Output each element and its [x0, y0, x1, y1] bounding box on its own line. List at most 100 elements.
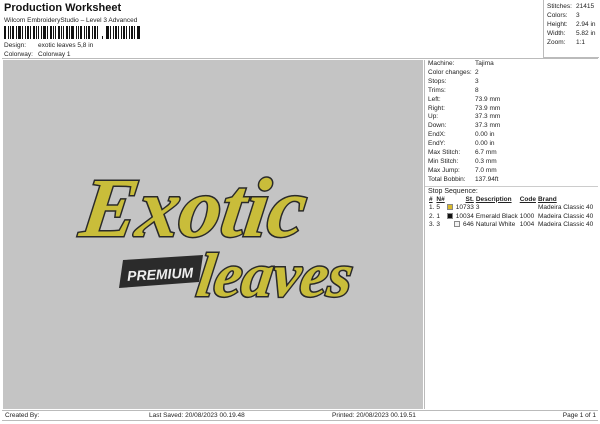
- info-label: Height:: [547, 21, 568, 28]
- info-value: 3: [576, 12, 580, 19]
- column-header: Description: [475, 195, 512, 203]
- stop-sequence-table: # N# St. Description Code Brand 1. 5 10733 3 Madei…: [428, 196, 594, 230]
- embroidery-logo: Exotic leaves PREMIUM: [73, 161, 359, 312]
- info-label: Stitches:: [547, 3, 572, 10]
- created-by: Created By:: [5, 412, 40, 419]
- column-header: Brand: [537, 195, 557, 203]
- info-row: Zoom: 1:1: [547, 38, 599, 47]
- info-label: Max Jump:: [428, 166, 460, 174]
- info-value: 37.3 mm: [475, 122, 501, 130]
- needle: 5: [436, 204, 441, 212]
- printed-date: Printed: 20/08/2023 00.19.51: [332, 412, 416, 419]
- column-header: #: [429, 195, 433, 203]
- info-label: Color changes:: [428, 68, 472, 76]
- info-row: Width: 5.82 in: [547, 29, 599, 38]
- details-list: Machine: Tajima Color changes: 2 Stops: 3 Trim…: [425, 60, 598, 185]
- info-row: Trims: 8: [425, 87, 598, 96]
- info-value: 0.3 mm: [475, 157, 497, 165]
- brand: Madeira Classic 40: [537, 221, 594, 229]
- info-value: Tajima: [475, 60, 494, 67]
- table-row: 1. 5 10733 3 Madeira Classic 40: [428, 204, 594, 213]
- table-row: 3. 3 646 Natural White 1004 Madeira Classic 4…: [428, 221, 594, 230]
- code: [519, 204, 537, 213]
- info-value: 2.94 in: [576, 21, 596, 28]
- info-label: Right:: [428, 104, 445, 112]
- description: Emerald Black: [475, 212, 518, 220]
- info-row: Colors: 3: [547, 11, 599, 20]
- color-swatch: [446, 204, 453, 211]
- info-row: Max Jump: 7.0 mm: [425, 167, 598, 176]
- column-header: Code: [519, 195, 536, 203]
- stop-sequence-title: Stop Sequence:: [425, 185, 598, 196]
- stitch-count: 646: [462, 221, 474, 229]
- info-label: EndY:: [428, 140, 446, 148]
- software-name: Wilcom EmbroideryStudio – Level 3 Advanc…: [4, 17, 138, 24]
- info-label: Down:: [428, 122, 447, 130]
- page-number: Page 1 of 1: [562, 412, 596, 419]
- color-swatch: [453, 221, 460, 228]
- info-value: 73.9 mm: [475, 95, 501, 103]
- info-row: Down: 37.3 mm: [425, 122, 598, 131]
- row-index: 2.: [429, 212, 435, 220]
- info-row: EndX: 0.00 in: [425, 131, 598, 140]
- footer: Created By: Last Saved: 20/08/2023 00.19…: [2, 410, 598, 421]
- design-preview: Exotic leaves PREMIUM: [3, 60, 423, 409]
- logo-word-leaves: leaves: [193, 241, 358, 310]
- info-value: 2: [475, 68, 479, 76]
- description: 3: [475, 204, 480, 212]
- stitch-count: 10733: [455, 204, 474, 212]
- info-value: 1:1: [576, 39, 586, 46]
- info-label: Stops:: [428, 77, 447, 85]
- info-row: Min Stitch: 0.3 mm: [425, 158, 598, 167]
- column-header: N#: [436, 195, 445, 203]
- color-swatch: [446, 212, 453, 219]
- info-value: 21415: [576, 3, 595, 10]
- brand: Madeira Classic 40: [537, 212, 594, 220]
- column-header: St.: [465, 195, 474, 203]
- page-title: Production Worksheet: [4, 2, 122, 14]
- needle: 3: [436, 221, 441, 229]
- info-row: Total Bobbin: 137.94ft: [425, 176, 598, 185]
- design-value: exotic leaves 5,8 in: [38, 42, 94, 49]
- info-value: 0.00 in: [475, 140, 495, 148]
- description: Natural White: [475, 221, 516, 229]
- last-saved: Last Saved: 20/08/2023 00.19.48: [149, 412, 245, 419]
- divider: [2, 58, 598, 59]
- row-index: 1.: [429, 204, 435, 212]
- info-row: Left: 73.9 mm: [425, 96, 598, 105]
- code: 1004: [519, 221, 535, 229]
- info-label: Colors:: [547, 12, 568, 19]
- info-row: Right: 73.9 mm: [425, 105, 598, 114]
- info-row: Stitches: 21415: [547, 2, 599, 11]
- info-label: Min Stitch:: [428, 157, 459, 165]
- info-label: Zoom:: [547, 39, 566, 46]
- info-value: 37.3 mm: [475, 113, 501, 121]
- brand: Madeira Classic 40: [537, 204, 594, 212]
- info-value: 7.0 mm: [475, 166, 497, 174]
- info-value: 0.00 in: [475, 131, 495, 139]
- stitches: 10034: [446, 213, 475, 222]
- stitches: 10733: [446, 204, 475, 213]
- info-row: Color changes: 2: [425, 69, 598, 78]
- info-label: Trims:: [428, 86, 446, 94]
- info-value: 8: [475, 86, 479, 94]
- info-row: Stops: 3: [425, 78, 598, 87]
- info-row: Max Stitch: 6.7 mm: [425, 149, 598, 158]
- row-index: 3.: [429, 221, 435, 229]
- info-label: Left:: [428, 95, 441, 103]
- info-value: 5.82 in: [576, 30, 596, 37]
- info-label: EndX:: [428, 131, 446, 139]
- stitch-count: 10034: [455, 212, 474, 220]
- info-value: 6.7 mm: [475, 149, 497, 157]
- info-label: Max Stitch:: [428, 149, 461, 157]
- info-label: Total Bobbin:: [428, 175, 466, 183]
- info-label: Width:: [547, 30, 566, 37]
- table-row: 2. 1 10034 Emerald Black 1000 Madeira Classic…: [428, 213, 594, 222]
- info-row: Machine: Tajima: [425, 60, 598, 69]
- info-row: Height: 2.94 in: [547, 20, 599, 29]
- code: 1000: [519, 212, 535, 220]
- stitches: 646: [446, 221, 475, 230]
- design-label: Design:: [4, 42, 27, 49]
- info-value: 3: [475, 77, 479, 85]
- info-label: Machine:: [428, 60, 455, 67]
